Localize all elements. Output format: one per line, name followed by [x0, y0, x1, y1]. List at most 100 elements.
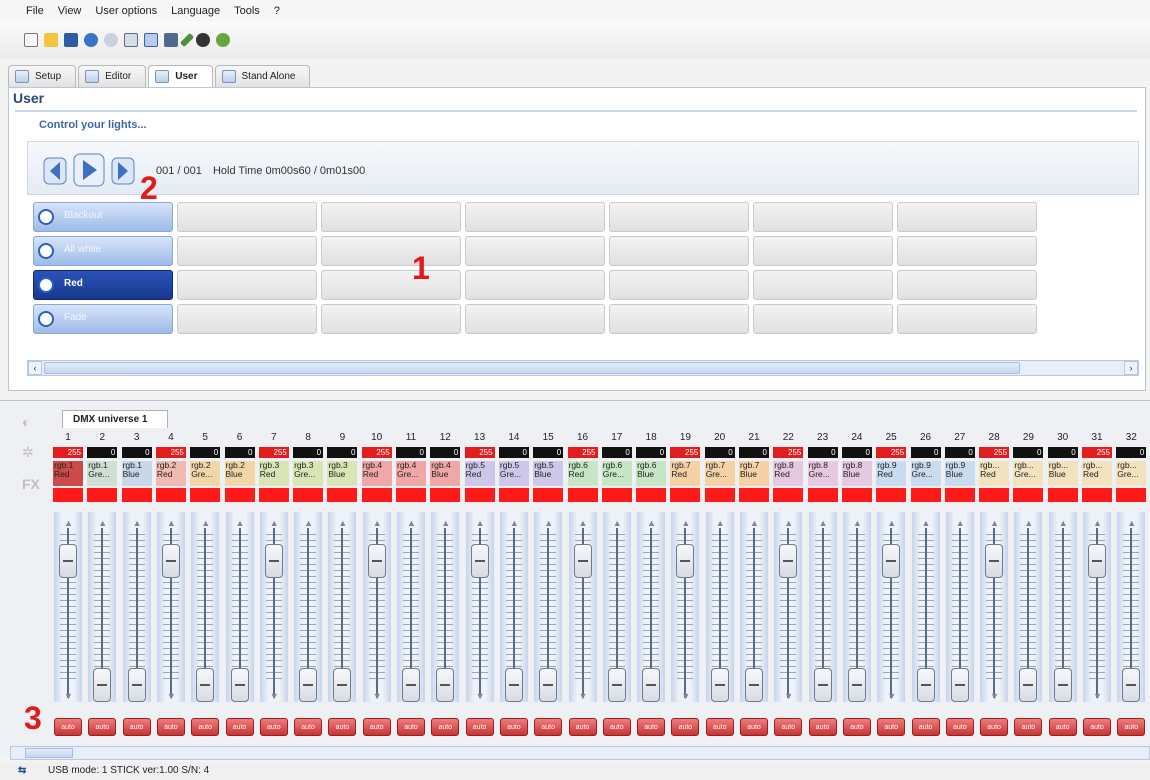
redo-icon[interactable]	[104, 33, 118, 47]
auto-button[interactable]: auto	[637, 718, 666, 736]
fader-down-icon[interactable]: ▼	[476, 692, 485, 701]
auto-button[interactable]: auto	[54, 718, 82, 736]
auto-button[interactable]: auto	[328, 718, 357, 736]
fader-knob[interactable]	[1019, 668, 1038, 702]
scroll-thumb[interactable]	[44, 362, 1020, 374]
next-icon[interactable]	[110, 156, 136, 186]
auto-button[interactable]: auto	[740, 718, 768, 736]
fader-up-icon[interactable]: ▲	[819, 519, 828, 528]
fader-down-icon[interactable]: ▼	[784, 692, 793, 701]
scene-slot-empty[interactable]	[753, 304, 893, 334]
fader-up-icon[interactable]: ▲	[1127, 519, 1136, 528]
fader-up-icon[interactable]: ▲	[373, 519, 382, 528]
fader-up-icon[interactable]: ▲	[1024, 519, 1033, 528]
fader-up-icon[interactable]: ▲	[304, 519, 313, 528]
scene-button-4[interactable]: Fade	[33, 304, 173, 334]
auto-button[interactable]: auto	[568, 718, 597, 736]
undo-icon[interactable]	[84, 33, 98, 47]
scroll-left-icon[interactable]: ‹	[28, 361, 42, 375]
auto-button[interactable]: auto	[911, 718, 940, 736]
scene-slot-empty[interactable]	[321, 270, 461, 300]
fader-knob[interactable]	[1088, 543, 1106, 578]
auto-button[interactable]: auto	[156, 718, 185, 736]
fader-up-icon[interactable]: ▲	[441, 519, 450, 528]
auto-button[interactable]: auto	[534, 718, 563, 736]
fader-down-icon[interactable]: ▼	[887, 692, 896, 701]
fader-up-icon[interactable]: ▲	[407, 519, 416, 528]
fader-up-icon[interactable]: ▲	[270, 519, 279, 528]
palette-icon[interactable]: ◐	[22, 414, 30, 430]
fader-up-icon[interactable]: ▲	[544, 519, 553, 528]
scene-slot-empty[interactable]	[465, 304, 605, 334]
fader-up-icon[interactable]: ▲	[613, 519, 622, 528]
menu-help[interactable]: ?	[274, 5, 280, 17]
fader-knob[interactable]	[847, 668, 866, 702]
auto-button[interactable]: auto	[671, 718, 700, 736]
auto-button[interactable]: auto	[774, 718, 803, 736]
scene-slot-empty[interactable]	[177, 202, 317, 232]
fader-knob[interactable]	[813, 668, 832, 702]
fader-knob[interactable]	[779, 543, 798, 578]
fader-knob[interactable]	[985, 543, 1004, 578]
auto-button[interactable]: auto	[1014, 718, 1043, 736]
fader-knob[interactable]	[367, 543, 386, 578]
scene-slot-empty[interactable]	[321, 304, 461, 334]
fader-up-icon[interactable]: ▲	[579, 519, 588, 528]
pen-icon[interactable]	[179, 32, 195, 48]
new-file-icon[interactable]	[24, 33, 38, 47]
menu-view[interactable]: View	[58, 5, 82, 17]
scene-slot-empty[interactable]	[465, 236, 605, 266]
tab-user[interactable]: User	[148, 65, 213, 87]
auto-button[interactable]: auto	[1048, 718, 1077, 736]
scene-slot-empty[interactable]	[897, 304, 1037, 334]
auto-button[interactable]: auto	[945, 718, 974, 736]
fader-knob[interactable]	[93, 668, 112, 702]
fader-knob[interactable]	[882, 543, 901, 578]
auto-button[interactable]: auto	[602, 718, 631, 736]
menu-user-options[interactable]: User options	[95, 5, 157, 17]
auto-button[interactable]: auto	[808, 718, 837, 736]
scene-slot-empty[interactable]	[465, 270, 605, 300]
fader-knob[interactable]	[1122, 668, 1141, 702]
fader-knob[interactable]	[573, 543, 592, 578]
fader-knob[interactable]	[539, 668, 558, 702]
auto-button[interactable]: auto	[88, 718, 117, 736]
fader-knob[interactable]	[59, 543, 77, 578]
auto-button[interactable]: auto	[1117, 718, 1146, 736]
auto-button[interactable]: auto	[362, 718, 391, 736]
tab-dmx-universe[interactable]: DMX universe 1	[62, 410, 168, 428]
open-folder-icon[interactable]	[44, 33, 58, 47]
auto-button[interactable]: auto	[431, 718, 460, 736]
scene-slot-empty[interactable]	[177, 236, 317, 266]
fader-knob[interactable]	[710, 668, 729, 702]
fader-up-icon[interactable]: ▲	[510, 519, 519, 528]
fader-up-icon[interactable]: ▲	[1059, 519, 1068, 528]
fader-knob[interactable]	[1053, 668, 1072, 702]
fader-knob[interactable]	[916, 668, 935, 702]
fader-up-icon[interactable]: ▲	[476, 519, 485, 528]
fader-knob[interactable]	[676, 543, 695, 578]
scene-slot-empty[interactable]	[897, 236, 1037, 266]
auto-button[interactable]: auto	[294, 718, 323, 736]
fader-up-icon[interactable]: ▲	[922, 519, 931, 528]
fader-knob[interactable]	[161, 543, 180, 578]
scene-scrollbar[interactable]: ‹ ›	[27, 360, 1139, 376]
fx-icon[interactable]: FX	[22, 476, 40, 492]
fader-knob[interactable]	[470, 543, 489, 578]
scene-slot-empty[interactable]	[897, 270, 1037, 300]
scene-slot-empty[interactable]	[609, 202, 749, 232]
auto-button[interactable]: auto	[191, 718, 220, 736]
fader-knob[interactable]	[745, 668, 763, 702]
auto-button[interactable]: auto	[877, 718, 906, 736]
scene-slot-empty[interactable]	[609, 270, 749, 300]
scene-slot-empty[interactable]	[177, 270, 317, 300]
fader-up-icon[interactable]: ▲	[64, 519, 73, 528]
scene-slot-empty[interactable]	[609, 236, 749, 266]
auto-button[interactable]: auto	[225, 718, 254, 736]
scene-slot-empty[interactable]	[753, 270, 893, 300]
fader-up-icon[interactable]: ▲	[236, 519, 245, 528]
fader-down-icon[interactable]: ▼	[681, 692, 690, 701]
menu-file[interactable]: File	[26, 5, 44, 17]
fader-knob[interactable]	[299, 668, 318, 702]
fader-knob[interactable]	[607, 668, 626, 702]
